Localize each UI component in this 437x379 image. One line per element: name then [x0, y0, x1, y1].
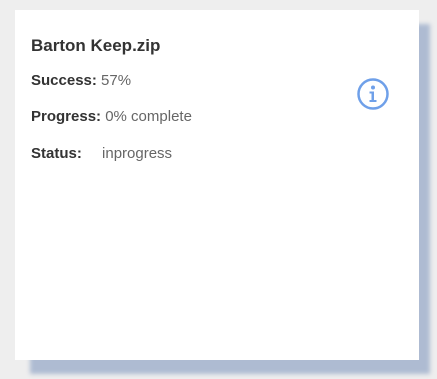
status-row: Status: inprogress: [31, 145, 172, 162]
info-icon[interactable]: [356, 77, 390, 111]
success-label: Success:: [31, 72, 97, 89]
file-card: Barton Keep.zip Success: 57% Progress: 0…: [15, 10, 419, 360]
success-row: Success: 57%: [31, 72, 131, 89]
success-value: 57%: [101, 72, 132, 89]
status-label: Status:: [31, 145, 82, 162]
progress-value: 0% complete: [105, 108, 192, 125]
progress-label: Progress:: [31, 108, 102, 125]
file-title: Barton Keep.zip: [31, 36, 161, 55]
progress-row: Progress: 0% complete: [31, 108, 192, 125]
status-value: inprogress: [102, 145, 173, 162]
